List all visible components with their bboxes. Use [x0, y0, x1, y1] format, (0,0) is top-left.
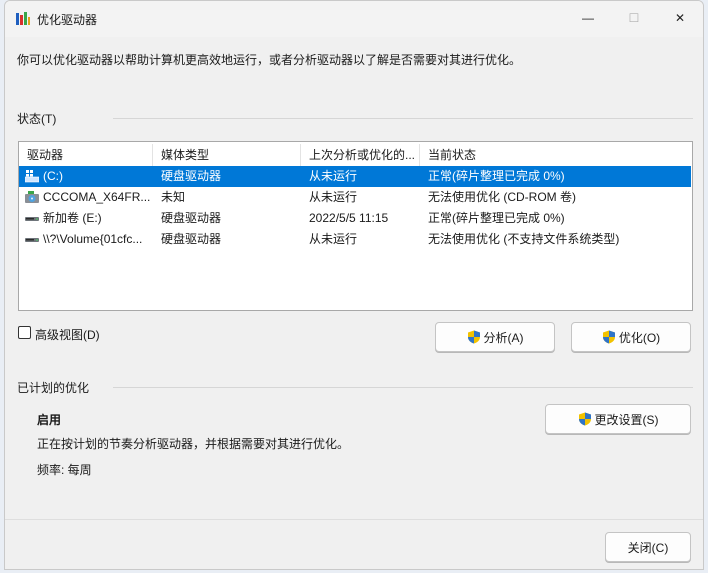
- title-bar: 优化驱动器 — ☐ ✕: [5, 1, 703, 37]
- drive-name: 新加卷 (E:): [43, 211, 102, 225]
- drive-name: CCCOMA_X64FR...: [43, 190, 151, 204]
- analyze-button-label: 分析(A): [483, 330, 524, 345]
- close-window-button[interactable]: ✕: [657, 1, 703, 35]
- minimize-icon: —: [582, 11, 594, 25]
- current-status: 无法使用优化 (CD-ROM 卷): [428, 190, 576, 204]
- change-settings-button[interactable]: 更改设置(S): [545, 404, 691, 434]
- schedule-state: 启用: [37, 413, 62, 427]
- status-divider: [113, 118, 693, 119]
- column-header-status[interactable]: 当前状态: [420, 144, 691, 166]
- uac-shield-icon: [578, 412, 591, 426]
- schedule-frequency: 频率: 每周: [37, 463, 92, 477]
- close-button-label: 关闭(C): [627, 540, 669, 555]
- uac-shield-icon: [602, 330, 615, 344]
- table-row[interactable]: \\?\Volume{01cfc... 硬盘驱动器 从未运行 无法使用优化 (不…: [19, 229, 691, 250]
- uac-shield-icon: [467, 330, 480, 344]
- schedule-description: 正在按计划的节奏分析驱动器，并根据需要对其进行优化。: [37, 437, 350, 451]
- advanced-view-checkbox[interactable]: [18, 326, 31, 339]
- maximize-button[interactable]: ☐: [611, 1, 657, 35]
- table-row[interactable]: 新加卷 (E:) 硬盘驱动器 2022/5/5 11:15 正常(碎片整理已完成…: [19, 208, 691, 229]
- scheduled-section-label: 已计划的优化: [17, 381, 90, 395]
- last-run: 2022/5/5 11:15: [309, 211, 389, 225]
- advanced-view-label[interactable]: 高级视图(D): [35, 326, 100, 343]
- close-button[interactable]: 关闭(C): [605, 532, 691, 562]
- analyze-button[interactable]: 分析(A): [435, 322, 555, 352]
- media-type: 未知: [161, 190, 186, 204]
- optimize-button[interactable]: 优化(O): [571, 322, 691, 352]
- maximize-icon: ☐: [628, 11, 640, 25]
- drives-list[interactable]: 驱动器 媒体类型 上次分析或优化的... 当前状态 (C:) 硬盘驱动器 从未运…: [18, 141, 693, 311]
- media-type: 硬盘驱动器: [161, 211, 222, 225]
- table-row[interactable]: CCCOMA_X64FR... 未知 从未运行 无法使用优化 (CD-ROM 卷…: [19, 187, 691, 208]
- scheduled-divider: [113, 387, 693, 388]
- intro-text: 你可以优化驱动器以帮助计算机更高效地运行，或者分析驱动器以了解是否需要对其进行优…: [17, 53, 522, 67]
- current-status: 无法使用优化 (不支持文件系统类型): [428, 232, 620, 246]
- table-row[interactable]: (C:) 硬盘驱动器 从未运行 正常(碎片整理已完成 0%): [19, 166, 691, 187]
- window-title: 优化驱动器: [37, 13, 98, 27]
- optimize-drives-window: 优化驱动器 — ☐ ✕ 你可以优化驱动器以帮助计算机更高效地运行，或者分析驱动器…: [4, 0, 704, 570]
- optimize-button-label: 优化(O): [618, 330, 661, 345]
- media-type: 硬盘驱动器: [161, 232, 222, 246]
- change-settings-label: 更改设置(S): [594, 412, 659, 427]
- current-status: 正常(碎片整理已完成 0%): [428, 169, 565, 183]
- defrag-app-icon: [16, 12, 30, 25]
- column-header-last-run[interactable]: 上次分析或优化的...: [301, 144, 420, 166]
- current-status: 正常(碎片整理已完成 0%): [428, 211, 565, 225]
- status-section-label: 状态(T): [17, 112, 57, 126]
- minimize-button[interactable]: —: [565, 1, 611, 35]
- drive-name: (C:): [43, 169, 63, 183]
- column-header-media-type[interactable]: 媒体类型: [153, 144, 301, 166]
- close-icon: ✕: [674, 11, 686, 25]
- drives-list-header: 驱动器 媒体类型 上次分析或优化的... 当前状态: [19, 144, 692, 166]
- last-run: 从未运行: [309, 190, 358, 204]
- last-run: 从未运行: [309, 232, 358, 246]
- column-header-drive[interactable]: 驱动器: [19, 144, 153, 166]
- last-run: 从未运行: [309, 169, 358, 183]
- media-type: 硬盘驱动器: [161, 169, 222, 183]
- dialog-footer: 关闭(C): [5, 519, 703, 569]
- drive-name: \\?\Volume{01cfc...: [43, 232, 143, 246]
